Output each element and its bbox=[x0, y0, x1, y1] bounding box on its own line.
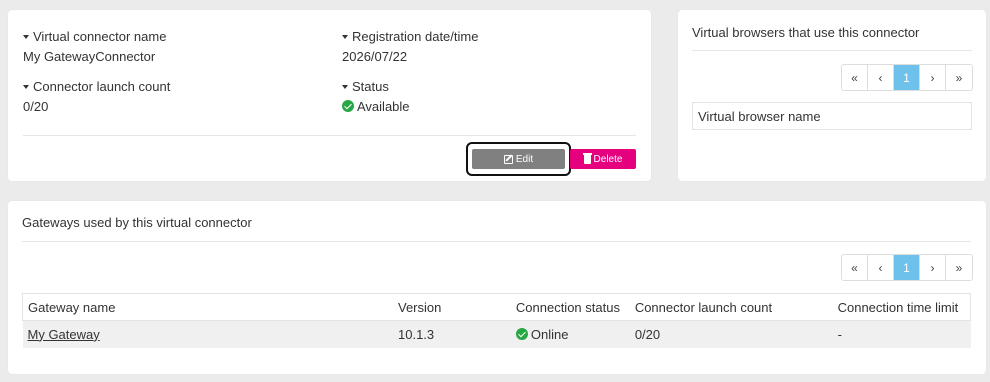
status-value: Available bbox=[357, 98, 410, 114]
col-gateway-name[interactable]: Gateway name bbox=[22, 293, 393, 321]
connector-name-value: My GatewayConnector bbox=[23, 48, 156, 64]
prev-page-button[interactable]: ‹ bbox=[868, 65, 894, 90]
gateways-title: Gateways used by this virtual connector bbox=[22, 215, 252, 230]
last-page-button[interactable]: » bbox=[946, 65, 972, 90]
page-1-button[interactable]: 1 bbox=[894, 65, 920, 90]
table-row: My Gateway 10.1.3 Online 0/20 - bbox=[22, 320, 971, 348]
delete-button[interactable]: Delete bbox=[570, 149, 636, 169]
caret-down-icon bbox=[342, 34, 348, 39]
divider bbox=[22, 241, 971, 242]
field-connector-name: Virtual connector name My GatewayConnect… bbox=[23, 28, 166, 64]
table-header-row: Gateway name Version Connection status C… bbox=[22, 293, 971, 321]
edit-icon bbox=[503, 154, 513, 164]
first-page-button[interactable]: « bbox=[842, 65, 868, 90]
caret-down-icon bbox=[342, 84, 348, 89]
caret-down-icon bbox=[23, 34, 29, 39]
gateways-card: Gateways used by this virtual connector … bbox=[8, 201, 986, 374]
edit-button-label: Edit bbox=[515, 153, 534, 165]
page-1-button[interactable]: 1 bbox=[894, 255, 920, 280]
virtual-browsers-title: Virtual browsers that use this connector bbox=[692, 25, 920, 40]
gateway-time-limit: - bbox=[832, 320, 971, 348]
connection-status-value: Online bbox=[530, 326, 569, 342]
first-page-button[interactable]: « bbox=[842, 255, 868, 280]
gateways-pagination: « ‹ 1 › » bbox=[841, 254, 973, 281]
field-launch-count: Connector launch count 0/20 bbox=[23, 78, 170, 114]
prev-page-button[interactable]: ‹ bbox=[868, 255, 894, 280]
trash-icon bbox=[582, 153, 592, 164]
connector-name-label: Virtual connector name bbox=[33, 28, 167, 44]
check-circle-icon bbox=[515, 328, 528, 341]
caret-down-icon bbox=[23, 84, 29, 89]
last-page-button[interactable]: » bbox=[946, 255, 972, 280]
next-page-button[interactable]: › bbox=[920, 255, 946, 280]
status-label: Status bbox=[352, 78, 389, 94]
launch-count-value: 0/20 bbox=[23, 98, 49, 114]
delete-button-label: Delete bbox=[593, 153, 623, 165]
gateway-launch-count: 0/20 bbox=[629, 320, 833, 348]
col-connection-status[interactable]: Connection status bbox=[510, 293, 630, 321]
next-page-button[interactable]: › bbox=[920, 65, 946, 90]
divider bbox=[23, 135, 636, 136]
col-connection-time-limit[interactable]: Connection time limit bbox=[832, 293, 971, 321]
launch-count-label: Connector launch count bbox=[33, 78, 171, 94]
virtual-browsers-card: Virtual browsers that use this connector… bbox=[678, 10, 986, 181]
gateway-version: 10.1.3 bbox=[393, 320, 511, 348]
edit-button[interactable]: Edit bbox=[466, 142, 571, 176]
col-version[interactable]: Version bbox=[393, 293, 511, 321]
col-connector-launch-count[interactable]: Connector launch count bbox=[629, 293, 833, 321]
field-status: Status Available bbox=[342, 78, 410, 114]
divider bbox=[692, 50, 972, 51]
registration-value: 2026/07/22 bbox=[342, 48, 408, 64]
registration-label: Registration date/time bbox=[352, 28, 479, 44]
gateways-table: Gateway name Version Connection status C… bbox=[22, 293, 971, 348]
gateway-name-link[interactable]: My Gateway bbox=[22, 320, 393, 348]
browsers-pagination: « ‹ 1 › » bbox=[841, 64, 973, 91]
field-registration: Registration date/time 2026/07/22 bbox=[342, 28, 478, 64]
check-circle-icon bbox=[342, 100, 354, 112]
virtual-browser-name-header: Virtual browser name bbox=[692, 102, 972, 130]
